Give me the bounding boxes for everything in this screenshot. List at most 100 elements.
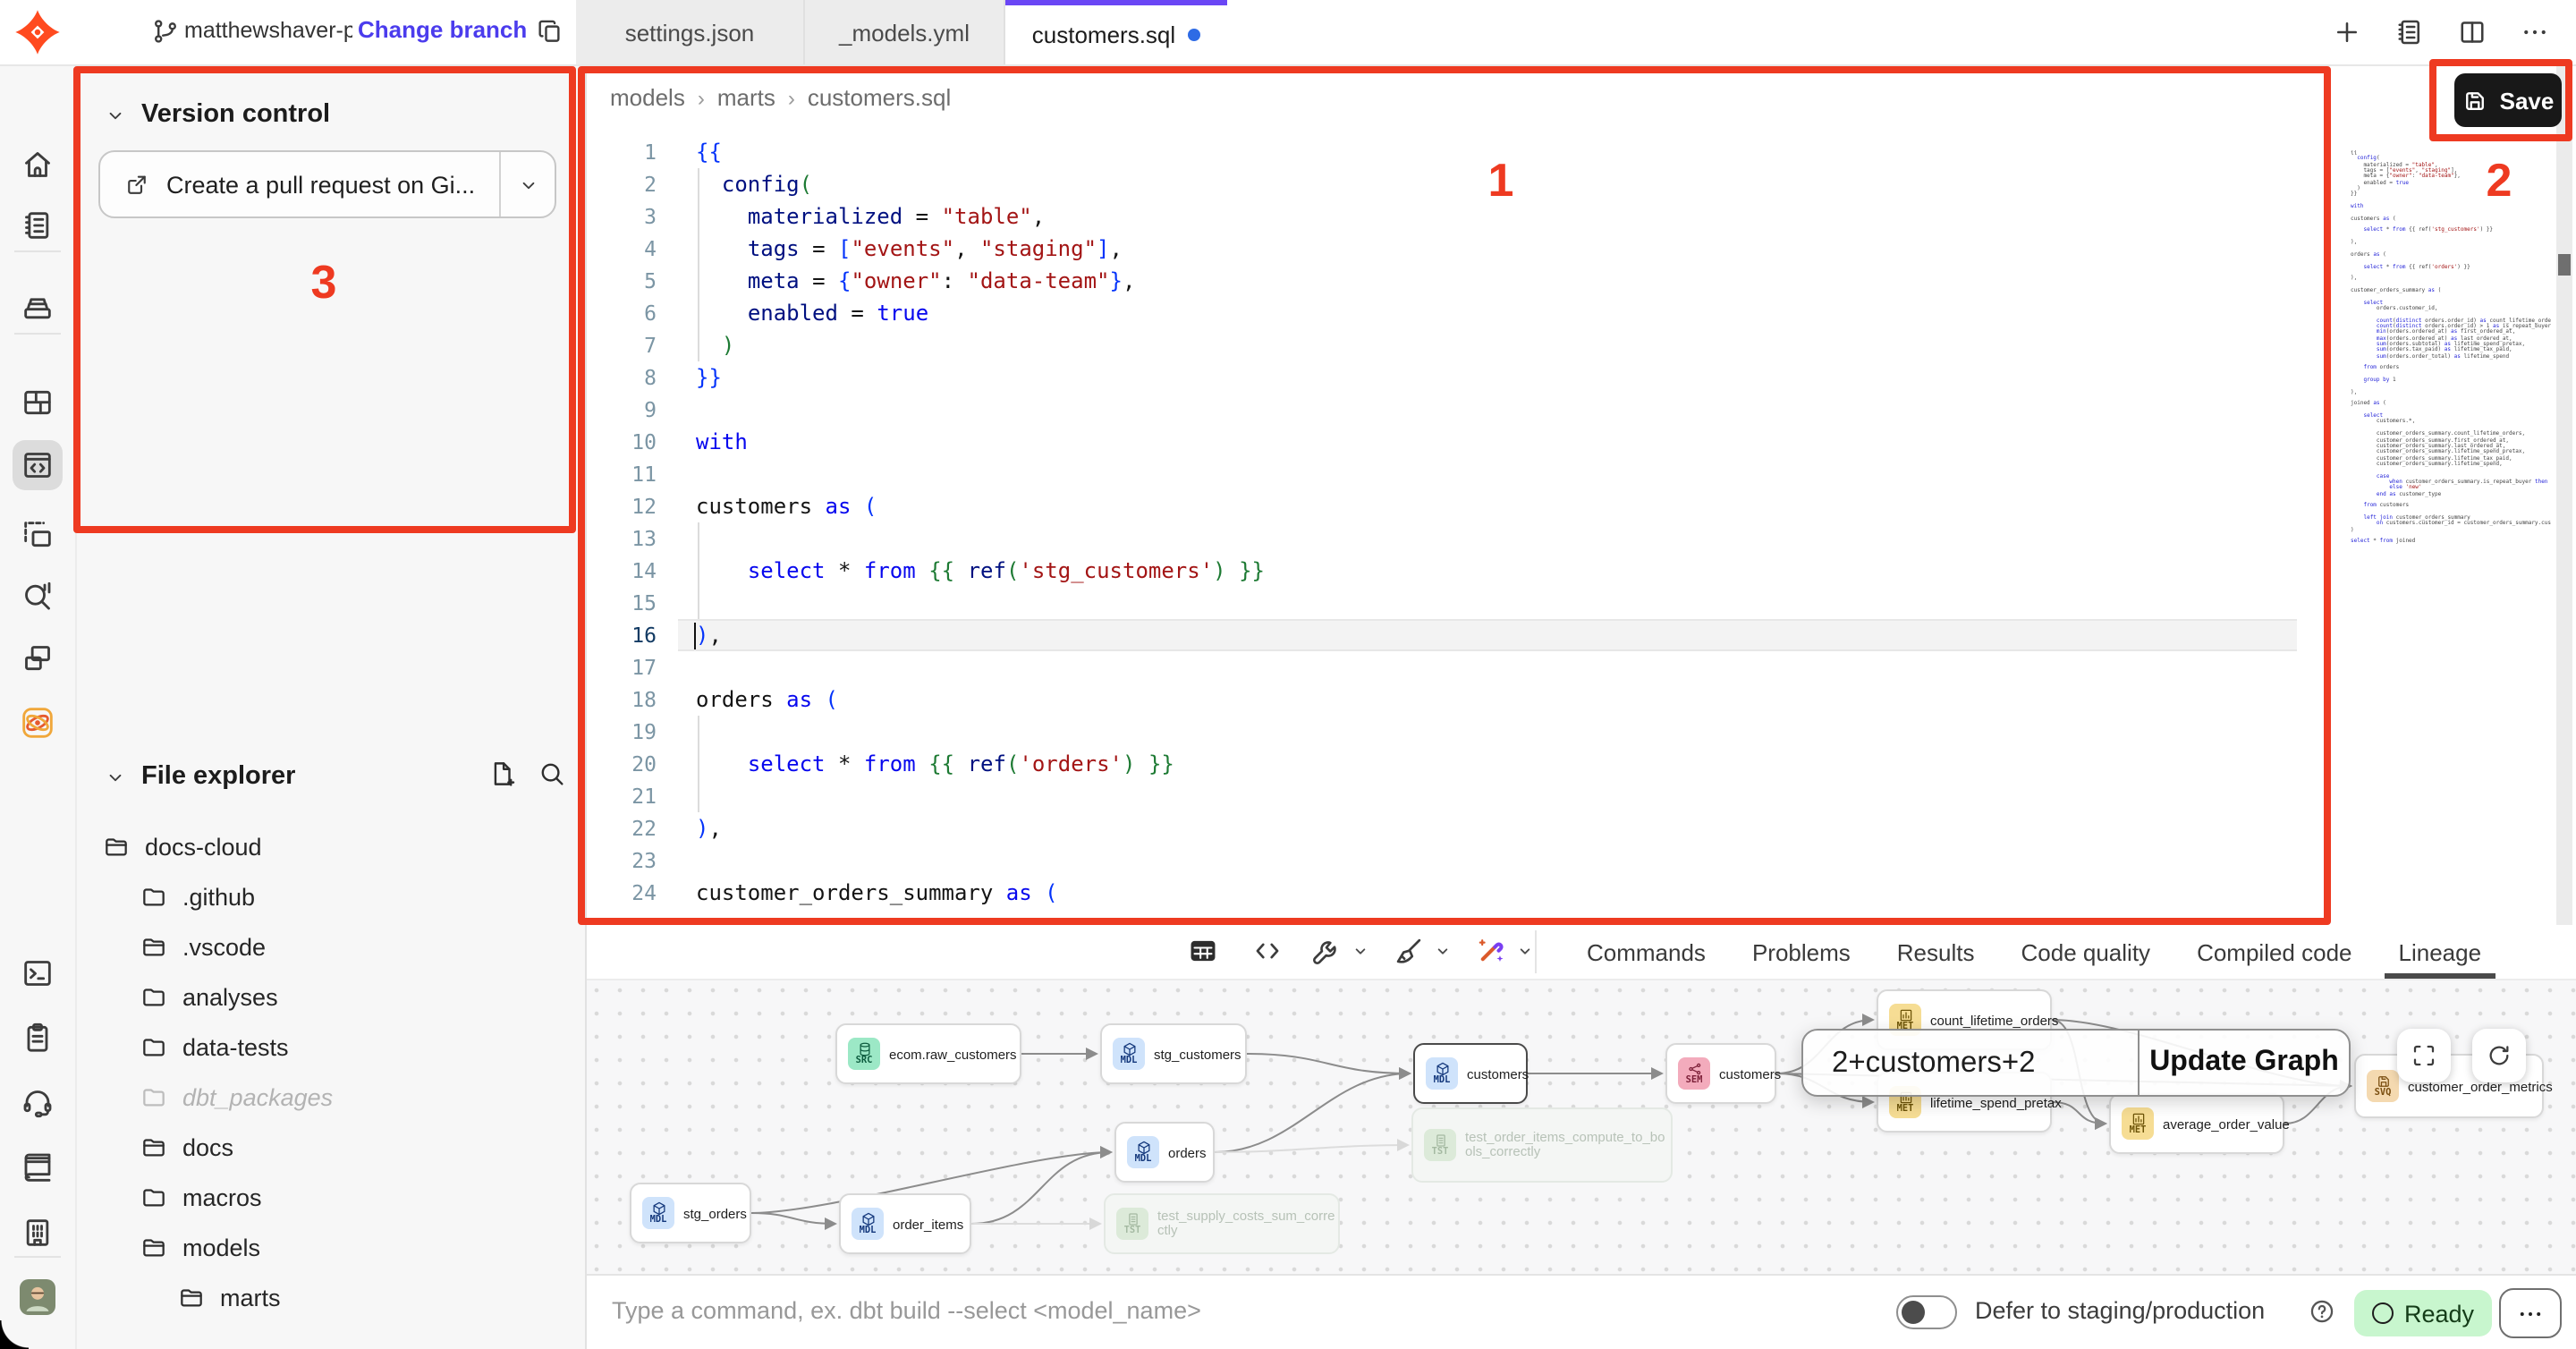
- tree-item-dbt_packages[interactable]: dbt_packages: [140, 1075, 333, 1118]
- lineage-node-customers[interactable]: MDLcustomers: [1413, 1043, 1528, 1104]
- notebook-icon[interactable]: [2394, 16, 2426, 48]
- code-line[interactable]: 6 enabled = true: [585, 297, 2463, 329]
- code-line[interactable]: 5 meta = {"owner": "data-team"},: [585, 265, 2463, 297]
- tab-_models.yml[interactable]: _models.yml: [805, 0, 1005, 64]
- new-file-icon[interactable]: [487, 759, 517, 789]
- lineage-node-orders[interactable]: MDLorders: [1114, 1122, 1215, 1183]
- lineage-node-test_order_items_compute_to_bools_correctly[interactable]: TSTtest_order_items_compute_to_bools_cor…: [1411, 1107, 1673, 1183]
- code-line[interactable]: 9: [585, 394, 2463, 426]
- code-line[interactable]: 18orders as (: [585, 683, 2463, 716]
- help-icon[interactable]: [2308, 1297, 2336, 1326]
- rail-item-headset[interactable]: [13, 1077, 63, 1127]
- version-control-header[interactable]: Version control: [104, 100, 330, 129]
- code-line[interactable]: 21: [585, 780, 2463, 812]
- rail-item-clipboard[interactable]: [13, 1013, 63, 1063]
- rail-item-book[interactable]: [13, 1141, 63, 1192]
- copy-branch-icon[interactable]: [535, 16, 565, 47]
- tree-item-.vscode[interactable]: .vscode: [140, 925, 266, 968]
- tree-item-.github[interactable]: .github: [140, 875, 255, 918]
- code-line[interactable]: 19: [585, 716, 2463, 748]
- rail-item-atom[interactable]: [13, 698, 63, 748]
- update-graph-button[interactable]: Update Graph: [2140, 1031, 2349, 1095]
- command-input[interactable]: Type a command, ex. dbt build --select <…: [612, 1297, 1201, 1324]
- code-line[interactable]: 16),: [585, 619, 2463, 651]
- rail-item-searchchart[interactable]: [13, 571, 63, 621]
- tab-customers.sql[interactable]: customers.sql: [1005, 0, 1227, 64]
- code-line[interactable]: 20 select * from {{ ref('orders') }}: [585, 748, 2463, 780]
- split-icon[interactable]: [2456, 16, 2488, 48]
- tool-tablefilled-button[interactable]: [1186, 934, 1220, 968]
- tool-broom-button[interactable]: [1392, 934, 1454, 968]
- breadcrumb-models[interactable]: models: [610, 84, 685, 111]
- plus-icon[interactable]: [2331, 16, 2363, 48]
- panel-tab-lineage[interactable]: Lineage: [2399, 925, 2482, 979]
- tool-codeglyph-button[interactable]: [1250, 934, 1284, 968]
- tree-item-docs[interactable]: docs: [140, 1125, 233, 1168]
- lineage-node-average_order_value[interactable]: METaverage_order_value: [2109, 1093, 2284, 1154]
- code-line[interactable]: 4 tags = ["events", "staging"],: [585, 233, 2463, 265]
- code-line[interactable]: 8}}: [585, 361, 2463, 394]
- rail-item-stack[interactable]: [13, 283, 63, 333]
- status-badge[interactable]: Ready: [2354, 1290, 2492, 1336]
- rail-item-building[interactable]: [13, 1208, 63, 1258]
- panel-tab-commands[interactable]: Commands: [1587, 925, 1706, 979]
- editor-scrollbar[interactable]: [2556, 64, 2572, 925]
- tab-settings.json[interactable]: settings.json: [576, 0, 805, 64]
- code-line[interactable]: 12customers as (: [585, 490, 2463, 522]
- scrollbar-thumb[interactable]: [2558, 254, 2571, 276]
- code-line[interactable]: 22),: [585, 812, 2463, 844]
- ellipsis-icon[interactable]: [2519, 16, 2551, 48]
- overflow-menu-button[interactable]: [2499, 1288, 2562, 1338]
- search-icon[interactable]: [537, 759, 567, 789]
- panel-tab-problems[interactable]: Problems: [1752, 925, 1851, 979]
- panel-tab-compiled-code[interactable]: Compiled code: [2197, 925, 2351, 979]
- tree-item-models[interactable]: models: [140, 1226, 260, 1268]
- rail-item-notebook[interactable]: [13, 200, 63, 250]
- dbt-logo-icon[interactable]: [14, 9, 61, 55]
- code-line[interactable]: 24customer_orders_summary as (: [585, 877, 2463, 909]
- code-line[interactable]: 3 materialized = "table",: [585, 200, 2463, 233]
- tree-item-data-tests[interactable]: data-tests: [140, 1025, 289, 1068]
- code-line[interactable]: 7 ): [585, 329, 2463, 361]
- tree-item-marts[interactable]: marts: [177, 1276, 281, 1319]
- save-button[interactable]: Save: [2454, 73, 2562, 127]
- change-branch-link[interactable]: Change branch: [358, 16, 527, 43]
- code-line[interactable]: 11: [585, 458, 2463, 490]
- tree-item-analyses[interactable]: analyses: [140, 975, 278, 1018]
- lineage-selector-input[interactable]: 2+customers+2: [1803, 1031, 2140, 1095]
- rail-item-terminal[interactable]: [13, 948, 63, 998]
- tree-item-docs-cloud[interactable]: docs-cloud: [102, 825, 262, 868]
- rail-item-frame[interactable]: [13, 510, 63, 560]
- create-pull-request-button[interactable]: Create a pull request on Gi...: [98, 150, 556, 218]
- code-line[interactable]: 23: [585, 844, 2463, 877]
- defer-toggle[interactable]: [1896, 1295, 1957, 1329]
- minimap[interactable]: {{ config( materialized = "table", tags …: [2351, 150, 2551, 545]
- tool-wrench-button[interactable]: [1309, 934, 1372, 968]
- panel-tab-results[interactable]: Results: [1897, 925, 1975, 979]
- lineage-node-test_supply_costs_sum_correctly[interactable]: TSTtest_supply_costs_sum_correctly: [1104, 1193, 1340, 1254]
- code-line[interactable]: 10with: [585, 426, 2463, 458]
- lineage-node-stg_orders[interactable]: MDLstg_orders: [630, 1183, 751, 1243]
- lineage-node-order_items[interactable]: MDLorder_items: [839, 1193, 971, 1254]
- lineage-node-ecom.raw_customers[interactable]: SRCecom.raw_customers: [835, 1023, 1021, 1084]
- lineage-node-stg_customers[interactable]: MDLstg_customers: [1100, 1023, 1247, 1084]
- code-line[interactable]: 2 config(: [585, 168, 2463, 200]
- fullscreen-icon[interactable]: [2397, 1029, 2451, 1082]
- tree-item-macros[interactable]: macros: [140, 1175, 262, 1218]
- file-explorer-header[interactable]: File explorer: [104, 762, 295, 791]
- breadcrumb-marts[interactable]: marts: [717, 84, 775, 111]
- code-line[interactable]: 15: [585, 587, 2463, 619]
- code-line[interactable]: 13: [585, 522, 2463, 555]
- rail-item-avatar[interactable]: [13, 1272, 63, 1322]
- rail-item-windows[interactable]: [13, 633, 63, 683]
- lineage-canvas[interactable]: SRCecom.raw_customers MDLstg_customers MDL…: [585, 979, 2576, 1274]
- rail-item-home[interactable]: [13, 140, 63, 190]
- pr-dropdown-caret[interactable]: [499, 152, 555, 216]
- code-line[interactable]: 1{{: [585, 136, 2463, 168]
- panel-tab-code-quality[interactable]: Code quality: [2021, 925, 2151, 979]
- code-line[interactable]: 17: [585, 651, 2463, 683]
- refresh-icon[interactable]: [2472, 1029, 2526, 1082]
- code-editor[interactable]: models›marts›customers.sql 1{{2 config(3…: [585, 64, 2576, 925]
- rail-item-grid[interactable]: [13, 378, 63, 428]
- tool-wand-button[interactable]: [1474, 934, 1537, 968]
